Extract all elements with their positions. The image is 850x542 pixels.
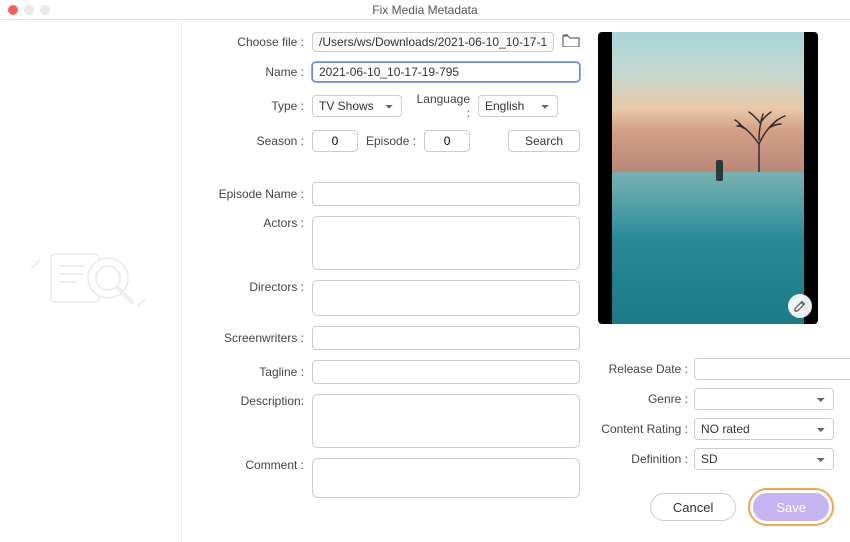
description-label: Description:	[198, 394, 304, 408]
window-title: Fix Media Metadata	[0, 3, 850, 17]
episode-field[interactable]	[424, 130, 470, 152]
poster-image	[598, 32, 818, 324]
screenwriters-field[interactable]	[312, 326, 580, 350]
comment-field[interactable]	[312, 458, 580, 498]
definition-label: Definition :	[598, 452, 688, 466]
episode-label: Episode :	[366, 134, 416, 148]
file-path-field[interactable]	[312, 32, 554, 52]
search-button[interactable]: Search	[508, 130, 580, 152]
search-document-illustration-icon	[26, 234, 156, 329]
name-label: Name :	[198, 65, 304, 79]
release-date-label: Release Date :	[598, 362, 688, 376]
season-field[interactable]	[312, 130, 358, 152]
directors-label: Directors :	[198, 280, 304, 294]
language-label: Language :	[410, 92, 470, 120]
genre-label: Genre :	[598, 392, 688, 406]
episode-name-field[interactable]	[312, 182, 580, 206]
screenwriters-label: Screenwriters :	[198, 331, 304, 345]
metadata-form: Choose file : Name : Type : TV Shows Lan…	[198, 32, 580, 526]
type-select[interactable]: TV Shows	[312, 95, 402, 117]
definition-select[interactable]: SD	[694, 448, 834, 470]
season-label: Season :	[198, 134, 304, 148]
content-rating-select[interactable]: NO rated	[694, 418, 834, 440]
type-label: Type :	[198, 99, 304, 113]
right-column: Release Date : Genre : Content Rating : …	[598, 32, 834, 526]
tagline-label: Tagline :	[198, 365, 304, 379]
actors-field[interactable]	[312, 216, 580, 270]
actors-label: Actors :	[198, 216, 304, 230]
save-focus-ring: Save	[748, 488, 834, 526]
description-field[interactable]	[312, 394, 580, 448]
browse-folder-icon[interactable]	[562, 33, 580, 52]
directors-field[interactable]	[312, 280, 580, 316]
episode-name-label: Episode Name :	[198, 187, 304, 201]
genre-select[interactable]	[694, 388, 834, 410]
main-pane: Choose file : Name : Type : TV Shows Lan…	[182, 20, 850, 542]
content: Choose file : Name : Type : TV Shows Lan…	[0, 20, 850, 542]
dialog-buttons: Cancel Save	[598, 470, 834, 526]
choose-file-label: Choose file :	[198, 35, 304, 49]
cancel-button[interactable]: Cancel	[650, 493, 736, 521]
edit-poster-button[interactable]	[788, 294, 812, 318]
release-date-field[interactable]	[694, 358, 850, 380]
right-fields: Release Date : Genre : Content Rating : …	[598, 358, 834, 470]
titlebar: Fix Media Metadata	[0, 0, 850, 20]
content-rating-label: Content Rating :	[598, 422, 688, 436]
name-field[interactable]	[312, 62, 580, 82]
comment-label: Comment :	[198, 458, 304, 472]
poster-artwork	[612, 32, 804, 324]
tagline-field[interactable]	[312, 360, 580, 384]
language-select[interactable]: English	[478, 95, 558, 117]
left-sidebar	[0, 20, 182, 542]
save-button[interactable]: Save	[753, 493, 829, 521]
